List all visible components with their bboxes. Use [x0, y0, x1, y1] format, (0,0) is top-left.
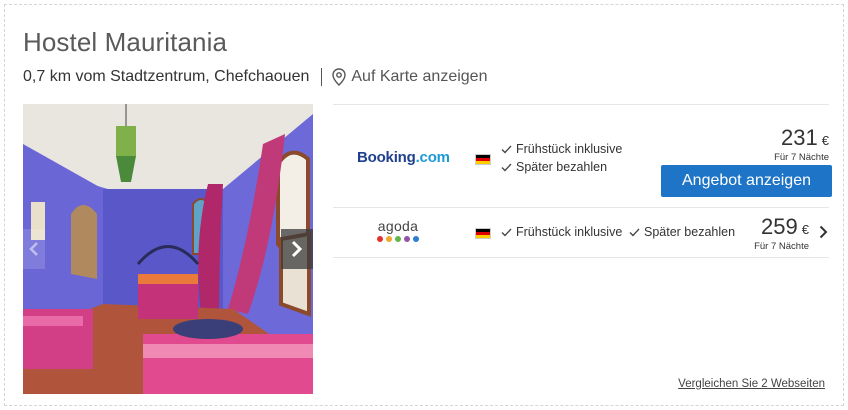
- price: 231 €: [781, 125, 829, 150]
- hotel-card: Hostel Mauritania 0,7 km vom Stadtzentru…: [4, 4, 844, 406]
- feature-item: Später bezahlen: [629, 225, 735, 239]
- divider: [321, 68, 323, 86]
- map-link-label: Auf Karte anzeigen: [351, 68, 488, 85]
- map-pin-icon: [332, 68, 347, 86]
- compare-sites-link[interactable]: Vergleichen Sie 2 Webseiten: [678, 378, 825, 390]
- divider: [333, 257, 829, 258]
- germany-flag-icon: [475, 154, 491, 165]
- checkmark-icon: [501, 228, 512, 236]
- agoda-logo[interactable]: agoda: [373, 219, 423, 242]
- hotel-name[interactable]: Hostel Mauritania: [23, 27, 227, 58]
- view-deal-button[interactable]: Angebot anzeigen: [661, 165, 832, 197]
- germany-flag-icon: [475, 228, 491, 239]
- feature-item: Frühstück inklusive: [501, 225, 622, 239]
- photo-prev-button[interactable]: [23, 229, 45, 269]
- offer-row[interactable]: agoda Frühstück inklusive Später bezahle…: [333, 208, 829, 257]
- booking-com-logo[interactable]: Booking.com: [357, 149, 450, 166]
- photo-next-button[interactable]: [281, 229, 313, 269]
- checkmark-icon: [629, 228, 640, 236]
- price-note: Für 7 Nächte: [774, 152, 829, 163]
- distance-text: 0,7 km vom Stadtzentrum, Chefchaouen: [23, 68, 310, 85]
- offer-row[interactable]: Booking.com Frühstück inklusive Später b…: [333, 105, 832, 207]
- feature-item: Frühstück inklusive: [501, 142, 622, 156]
- hotel-location-line: 0,7 km vom Stadtzentrum, Chefchaouen Auf…: [23, 66, 487, 88]
- price: 259 €: [761, 214, 809, 239]
- chevron-right-icon: [291, 240, 303, 258]
- chevron-right-icon[interactable]: [819, 225, 828, 244]
- chevron-left-icon: [29, 242, 38, 256]
- feature-item: Später bezahlen: [501, 160, 607, 174]
- price-note: Für 7 Nächte: [754, 241, 809, 252]
- offers-list: Booking.com Frühstück inklusive Später b…: [333, 104, 832, 258]
- checkmark-icon: [501, 145, 512, 153]
- checkmark-icon: [501, 163, 512, 171]
- map-link[interactable]: Auf Karte anzeigen: [332, 68, 487, 86]
- room-photo-image: [23, 104, 313, 394]
- hotel-photo[interactable]: [23, 104, 313, 394]
